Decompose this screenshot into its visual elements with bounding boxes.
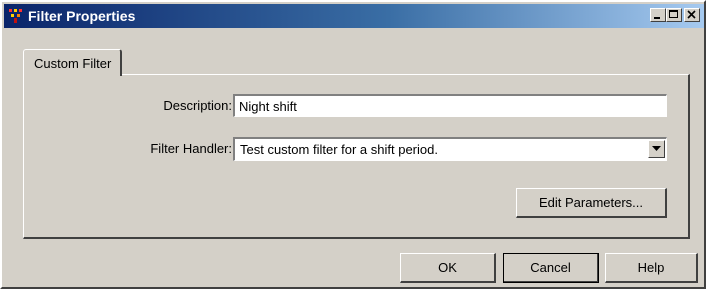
maximize-icon: [669, 10, 678, 18]
ok-button[interactable]: OK: [400, 253, 496, 283]
description-label: Description:: [163, 98, 232, 113]
app-icon[interactable]: [8, 8, 24, 24]
window-title: Filter Properties: [28, 8, 136, 24]
minimize-icon: [654, 17, 660, 19]
filter-handler-select[interactable]: Test custom filter for a shift period.: [233, 137, 667, 161]
close-icon: [687, 10, 696, 19]
close-button[interactable]: [684, 8, 700, 22]
filter-handler-value: Test custom filter for a shift period.: [240, 142, 438, 157]
tab-custom-filter[interactable]: Custom Filter: [23, 49, 122, 76]
tab-label: Custom Filter: [34, 56, 112, 71]
dropdown-button[interactable]: [648, 140, 665, 158]
description-input[interactable]: [233, 94, 667, 117]
filter-handler-label: Filter Handler:: [150, 141, 232, 156]
maximize-button[interactable]: [666, 8, 682, 22]
minimize-button[interactable]: [650, 8, 666, 22]
title-bar[interactable]: Filter Properties: [4, 4, 704, 28]
chevron-down-icon: [652, 146, 661, 151]
cancel-button-label: Cancel: [530, 260, 571, 275]
edit-parameters-button[interactable]: Edit Parameters...: [516, 188, 667, 218]
help-button[interactable]: Help: [605, 253, 698, 283]
cancel-button[interactable]: Cancel: [503, 253, 599, 283]
filter-properties-window: Filter Properties Custom Filter Descript…: [0, 0, 706, 289]
